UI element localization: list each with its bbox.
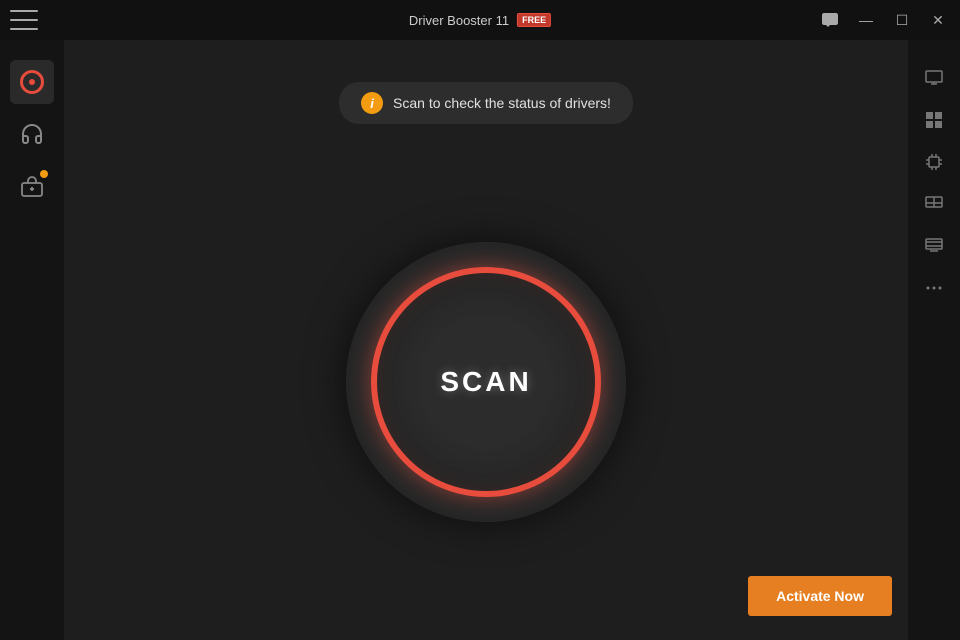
info-banner: i Scan to check the status of drivers! xyxy=(339,82,633,124)
info-icon: i xyxy=(361,92,383,114)
toolbox-icon xyxy=(19,173,45,199)
headset-icon xyxy=(19,121,45,147)
right-panel xyxy=(908,40,960,640)
close-button[interactable]: ✕ xyxy=(928,10,948,30)
scan-button[interactable]: SCAN xyxy=(371,267,601,497)
scan-label: SCAN xyxy=(440,366,531,398)
app-title: Driver Booster 11 xyxy=(409,13,509,28)
right-panel-display[interactable] xyxy=(916,228,952,264)
sidebar-item-driver-updater[interactable] xyxy=(10,60,54,104)
activate-now-button[interactable]: Activate Now xyxy=(748,576,892,616)
right-panel-monitor[interactable] xyxy=(916,60,952,96)
right-panel-more[interactable] xyxy=(916,270,952,306)
right-panel-chip[interactable] xyxy=(916,144,952,180)
title-bar: Driver Booster 11 FREE — ☐ ✕ xyxy=(0,0,960,40)
scan-area: SCAN xyxy=(346,124,626,640)
hamburger-menu-icon[interactable] xyxy=(10,10,38,30)
right-panel-network[interactable] xyxy=(916,186,952,222)
sidebar xyxy=(0,40,64,640)
chat-button[interactable] xyxy=(820,10,840,30)
toolbox-badge xyxy=(40,170,48,178)
main-content: i Scan to check the status of drivers! S… xyxy=(64,40,908,640)
minimize-button[interactable]: — xyxy=(856,10,876,30)
sidebar-item-headset[interactable] xyxy=(10,112,54,156)
right-panel-windows[interactable] xyxy=(916,102,952,138)
title-bar-center: Driver Booster 11 FREE xyxy=(409,13,551,28)
driver-icon xyxy=(19,69,45,95)
title-bar-controls: — ☐ ✕ xyxy=(820,10,948,30)
info-text: Scan to check the status of drivers! xyxy=(393,95,611,111)
sidebar-item-toolbox[interactable] xyxy=(10,164,54,208)
title-bar-left xyxy=(10,10,38,30)
free-badge: FREE xyxy=(517,13,551,27)
scan-outer-circle: SCAN xyxy=(346,242,626,522)
maximize-button[interactable]: ☐ xyxy=(892,10,912,30)
